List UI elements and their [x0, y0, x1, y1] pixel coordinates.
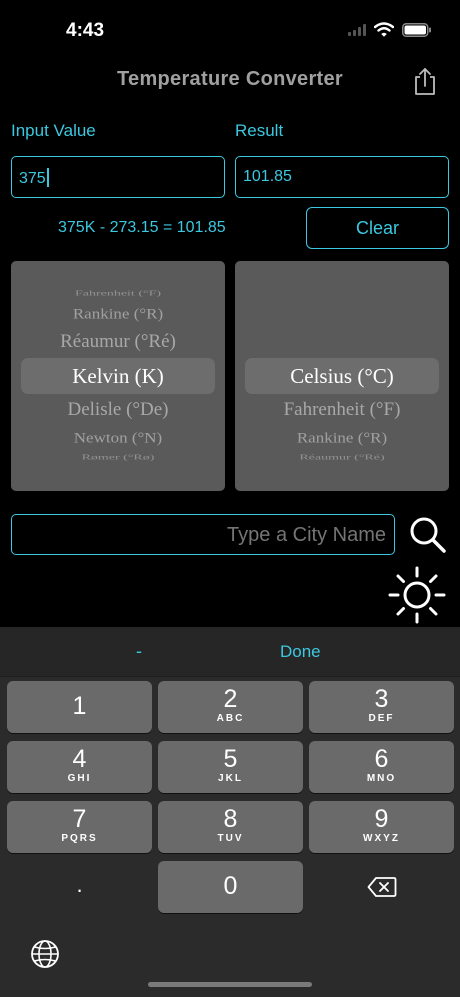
key-1[interactable]: 1	[7, 681, 152, 733]
city-search-field[interactable]: Type a City Name	[11, 514, 395, 555]
globe-icon[interactable]	[30, 939, 60, 969]
key-6[interactable]: 6 MNO	[309, 741, 454, 793]
picker-item[interactable]: Réaumur (°Ré)	[11, 331, 225, 353]
picker-item[interactable]: Fahrenheit (°F)	[11, 290, 225, 299]
clear-button[interactable]: Clear	[306, 207, 449, 249]
result-value-text: 101.85	[243, 168, 292, 185]
picker-item[interactable]: Delisle (°De)	[11, 399, 225, 421]
key-5[interactable]: 5 JKL	[158, 741, 303, 793]
text-cursor	[46, 168, 49, 187]
key-0[interactable]: 0	[158, 861, 303, 913]
backspace-icon	[367, 877, 396, 897]
key-8[interactable]: 8 TUV	[158, 801, 303, 853]
picker-item-selected[interactable]: Kelvin (K)	[11, 364, 225, 389]
picker-item[interactable]: Newton (°N)	[11, 430, 225, 447]
picker-item[interactable]: Rankine (°R)	[235, 430, 449, 447]
input-label: Input Value	[11, 121, 96, 140]
share-icon[interactable]	[411, 66, 439, 96]
status-bar: 4:43	[0, 0, 460, 60]
input-value-text: 375	[19, 170, 46, 187]
input-value-field[interactable]: 375	[11, 156, 225, 198]
status-time: 4:43	[66, 20, 105, 41]
page-title: Temperature Converter	[117, 68, 343, 90]
decimal-key[interactable]: .	[7, 861, 152, 913]
sun-icon[interactable]	[388, 566, 446, 624]
picker-item-selected[interactable]: Celsius (°C)	[235, 364, 449, 389]
picker-item[interactable]: Réaumur (°Ré)	[235, 454, 449, 463]
key-3[interactable]: 3 DEF	[309, 681, 454, 733]
backspace-key[interactable]	[309, 861, 454, 913]
wifi-icon	[374, 22, 394, 37]
done-button[interactable]: Done	[280, 642, 321, 662]
from-unit-picker[interactable]: Fahrenheit (°F) Rankine (°R) Réaumur (°R…	[11, 261, 225, 491]
signal-icon	[348, 23, 366, 36]
picker-item[interactable]: Rankine (°R)	[11, 306, 225, 323]
to-unit-picker[interactable]: Celsius (°C) Fahrenheit (°F) Rankine (°R…	[235, 261, 449, 491]
result-field[interactable]: 101.85	[235, 156, 449, 198]
city-placeholder: Type a City Name	[227, 524, 386, 546]
search-icon[interactable]	[407, 514, 447, 554]
key-7[interactable]: 7 PQRS	[7, 801, 152, 853]
home-indicator	[148, 982, 312, 987]
key-2[interactable]: 2 ABC	[158, 681, 303, 733]
minus-button[interactable]: -	[136, 641, 142, 662]
result-label: Result	[235, 121, 284, 140]
picker-item[interactable]: Rømer (°Rø)	[11, 454, 225, 463]
status-icons	[348, 22, 432, 37]
keyboard-toolbar: - Done	[0, 627, 460, 677]
conversion-formula: 375K - 273.15 = 101.85	[58, 219, 226, 236]
key-4[interactable]: 4 GHI	[7, 741, 152, 793]
battery-icon	[402, 22, 431, 37]
picker-item[interactable]: Fahrenheit (°F)	[235, 399, 449, 421]
key-9[interactable]: 9 WXYZ	[309, 801, 454, 853]
